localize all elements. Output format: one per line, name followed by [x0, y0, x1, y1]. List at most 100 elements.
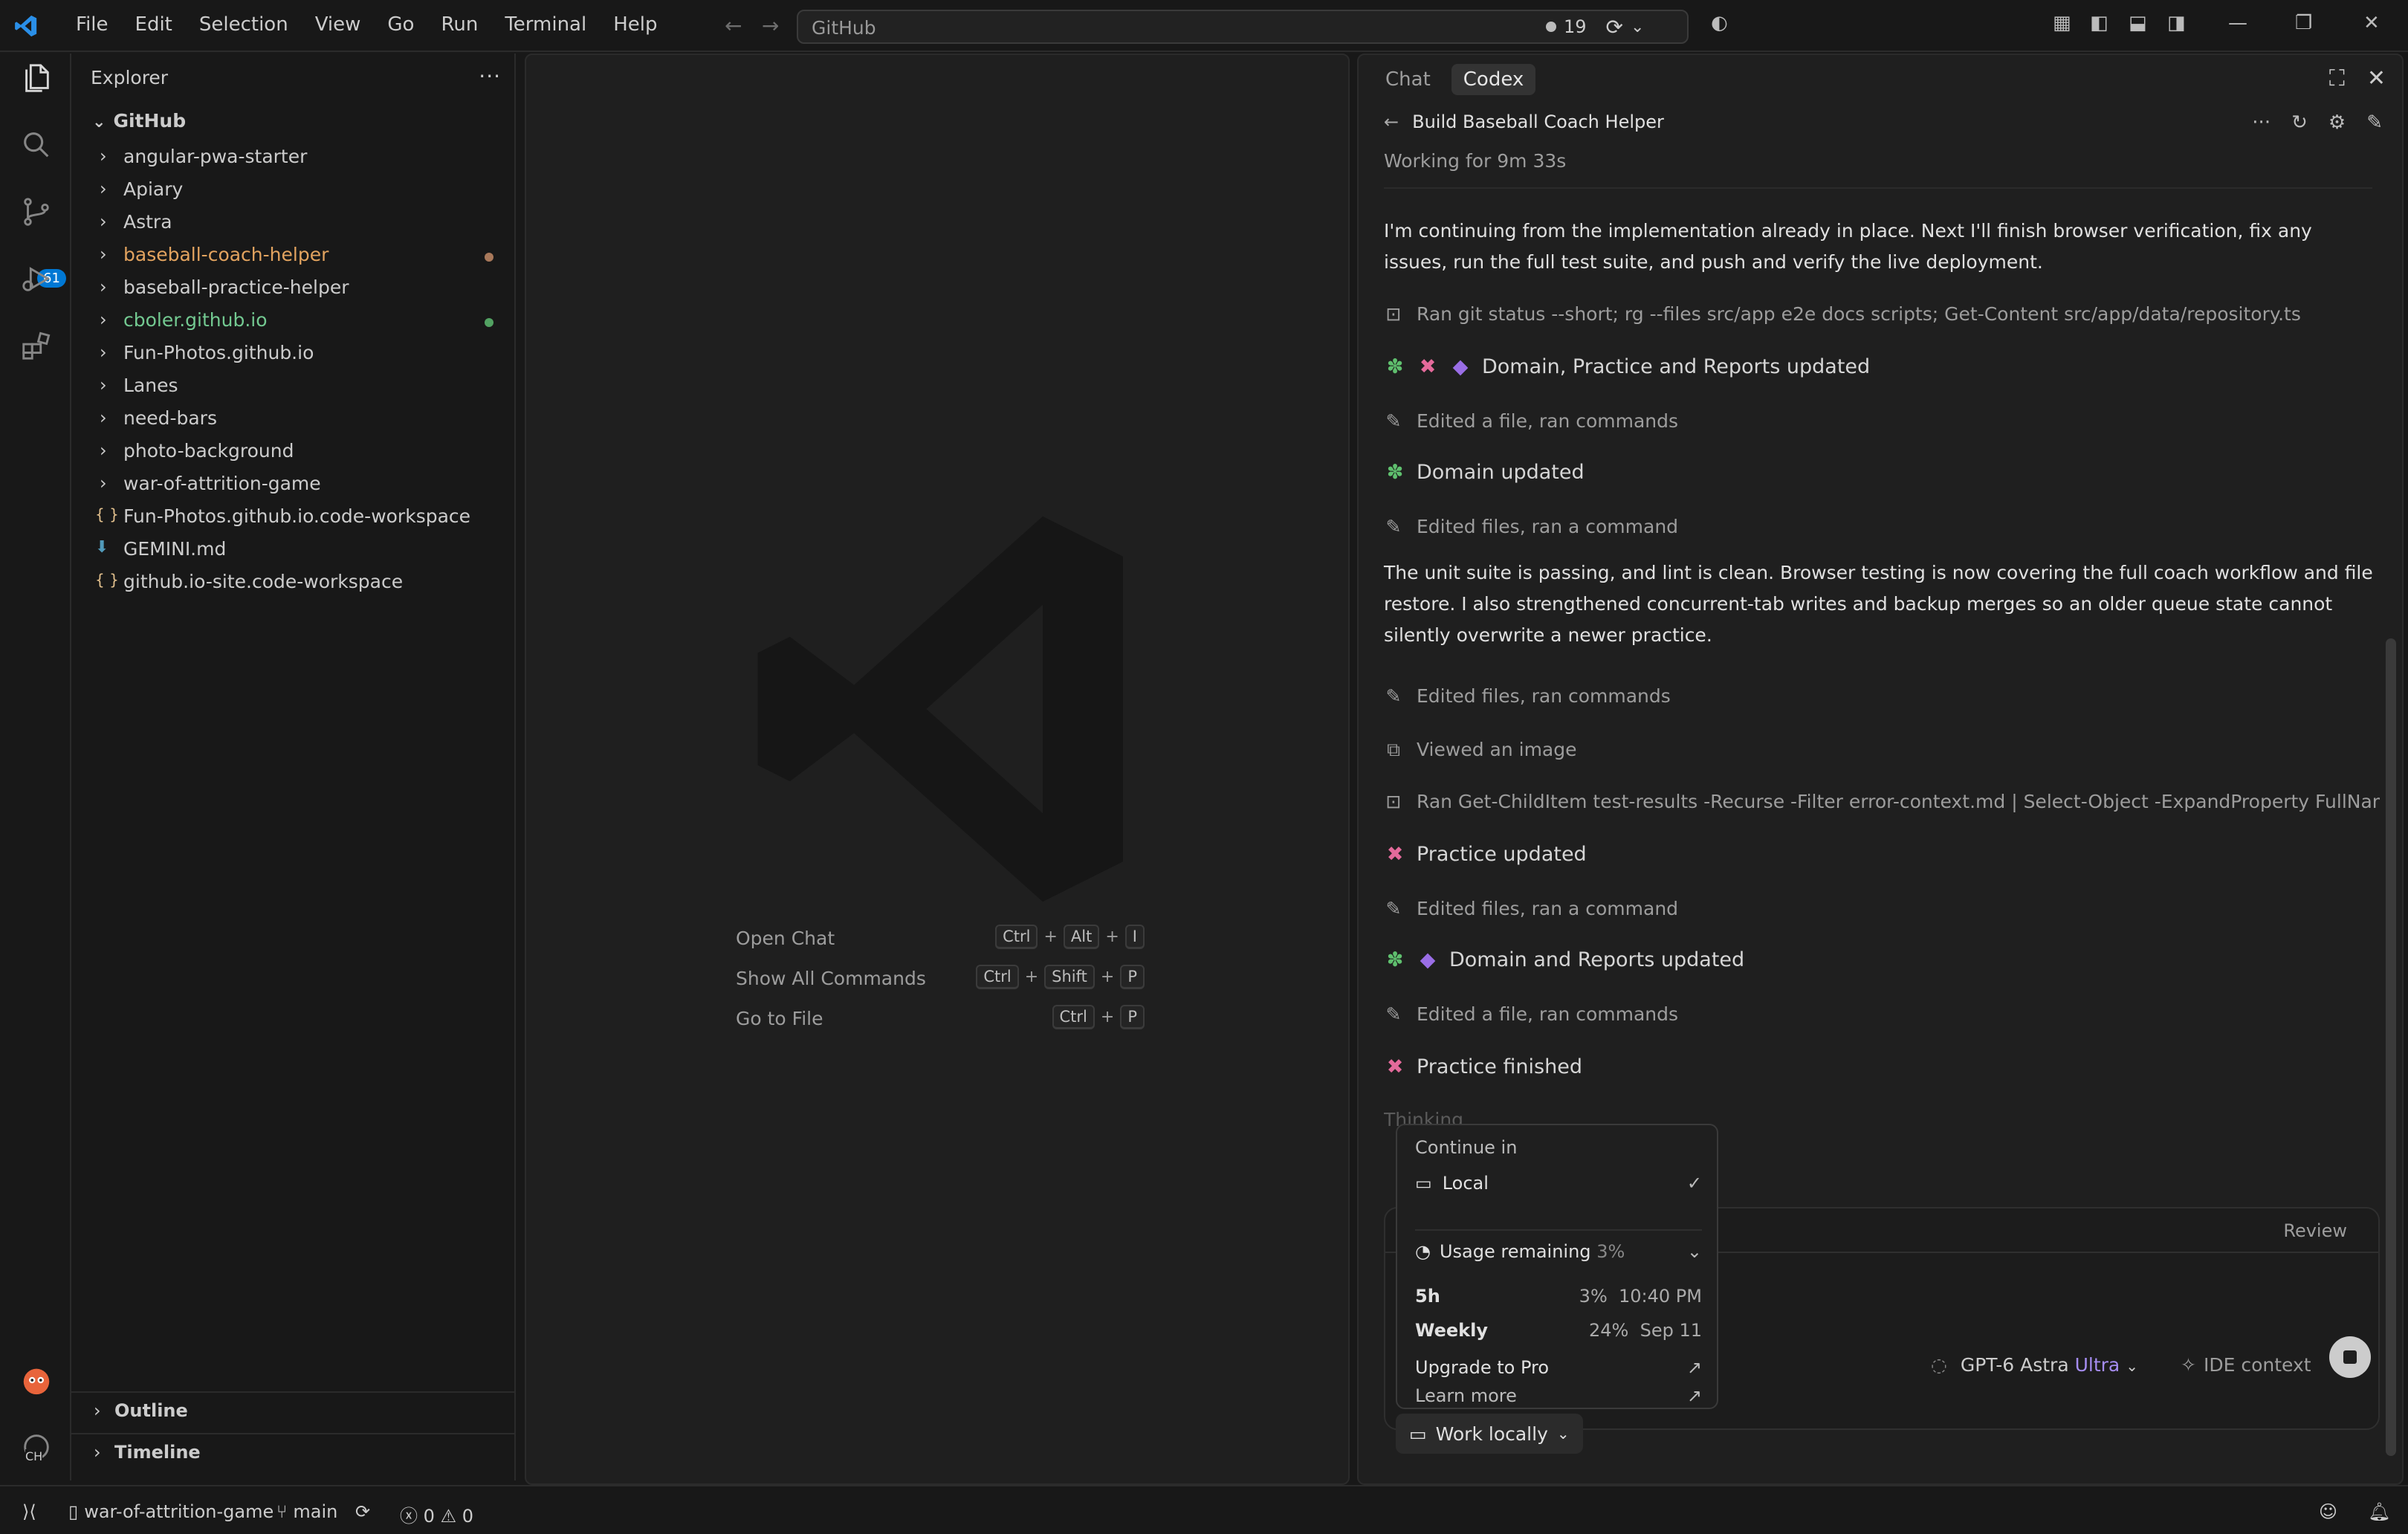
- explorer-icon[interactable]: [19, 61, 54, 95]
- upgrade-link[interactable]: Upgrade to Pro ↗: [1415, 1357, 1702, 1378]
- tree-item[interactable]: › Fun-Photos.github.io: [71, 337, 516, 370]
- account-icon[interactable]: CH: [19, 1430, 54, 1464]
- extensions-icon[interactable]: [19, 329, 54, 363]
- maximize-icon[interactable]: ⛶: [2329, 65, 2345, 91]
- usage-row[interactable]: ◔ Usage remaining 3% ⌄: [1415, 1229, 1702, 1262]
- toggle-secondary-sidebar-icon[interactable]: ◨: [2167, 12, 2186, 34]
- timeline-section[interactable]: › Timeline: [71, 1433, 516, 1470]
- model-selector[interactable]: ◌ GPT-6 Astra Ultra ⌄: [1931, 1354, 2138, 1376]
- toggle-panel-icon[interactable]: ⬓: [2129, 12, 2147, 34]
- chevron-down-icon: ⌄: [2126, 1357, 2138, 1375]
- stop-button[interactable]: [2329, 1336, 2371, 1378]
- forward-arrow-icon[interactable]: →: [762, 13, 779, 38]
- chat-sync-icon[interactable]: ⟳: [1606, 15, 1623, 39]
- command-center-label: GitHub: [812, 17, 876, 39]
- domain-emoji-icon: ✽: [1386, 355, 1404, 378]
- settings-gear-icon[interactable]: ⚙: [2328, 111, 2346, 134]
- usage-5h-percent: 3%: [1579, 1286, 1608, 1307]
- shortcut-keys: Ctrl + P: [1052, 1005, 1145, 1029]
- warning-count: 0: [462, 1506, 473, 1527]
- close-panel-icon[interactable]: ✕: [2367, 65, 2386, 91]
- tree-item[interactable]: › cboler.github.io: [71, 305, 516, 337]
- copilot-status-icon[interactable]: ☺: [2319, 1501, 2337, 1522]
- learn-more-link[interactable]: Learn more ↗: [1415, 1385, 1702, 1408]
- notifications-bell-icon[interactable]: 🔔︎: [2368, 1501, 2390, 1522]
- more-actions-icon[interactable]: ···: [479, 64, 501, 88]
- practice-emoji-icon: ✖: [1419, 355, 1437, 378]
- tree-item[interactable]: › baseball-coach-helper: [71, 239, 516, 272]
- tree-item[interactable]: ⬇ GEMINI.md: [71, 534, 516, 566]
- tab-chat[interactable]: Chat: [1373, 64, 1443, 95]
- customize-layout-icon[interactable]: ▦: [2053, 12, 2071, 34]
- tree-item[interactable]: › baseball-practice-helper: [71, 272, 516, 305]
- branch-status[interactable]: ⑂ main: [276, 1501, 337, 1522]
- close-window-icon[interactable]: ✕: [2363, 12, 2380, 34]
- work-locally-button[interactable]: ▭ Work locally ⌄: [1396, 1414, 1583, 1454]
- tree-item[interactable]: { } Fun-Photos.github.io.code-workspace: [71, 501, 516, 534]
- menu-edit[interactable]: Edit: [122, 13, 186, 36]
- refresh-icon[interactable]: ↻: [2291, 111, 2308, 134]
- activity-item[interactable]: ✎ Edited files, ran commands: [1384, 685, 2380, 707]
- vscode-logo-icon[interactable]: [13, 13, 39, 39]
- owl-extension-icon[interactable]: [19, 1363, 54, 1397]
- menu-selection[interactable]: Selection: [186, 13, 302, 36]
- tree-item[interactable]: { } github.io-site.code-workspace: [71, 566, 516, 599]
- new-thread-icon[interactable]: ✎: [2366, 111, 2383, 134]
- run-debug-icon[interactable]: [19, 262, 54, 296]
- minimize-icon[interactable]: —: [2228, 12, 2247, 34]
- tree-item[interactable]: › war-of-attrition-game: [71, 468, 516, 501]
- back-arrow-icon[interactable]: ←: [1384, 111, 1399, 132]
- activity-item[interactable]: ✎ Edited files, ran a command: [1384, 898, 2380, 919]
- laptop-icon: ▭: [1409, 1423, 1427, 1445]
- activity-item[interactable]: ✎ Edited a file, ran commands: [1384, 1003, 2380, 1025]
- tree-item[interactable]: › Astra: [71, 207, 516, 239]
- menu-view[interactable]: View: [302, 13, 375, 36]
- chevron-down-icon[interactable]: ⌄: [1631, 18, 1644, 36]
- sync-icon[interactable]: ⟳: [355, 1501, 370, 1522]
- activity-item[interactable]: ✎ Edited a file, ran commands: [1384, 410, 2380, 432]
- menu-help[interactable]: Help: [600, 13, 670, 36]
- menu-terminal[interactable]: Terminal: [491, 13, 600, 36]
- chevron-right-icon: ›: [94, 1442, 101, 1463]
- scrollbar[interactable]: [2386, 638, 2396, 1456]
- remote-icon[interactable]: ⟩⟨: [22, 1501, 36, 1522]
- activity-item[interactable]: ✎ Edited files, ran a command: [1384, 516, 2380, 537]
- problems-status[interactable]: ⓧ 0 ⚠ 0: [400, 1501, 473, 1527]
- copilot-icon[interactable]: ◐: [1711, 12, 1728, 34]
- local-option[interactable]: ▭ Local ✓: [1415, 1173, 1702, 1194]
- workspace-status[interactable]: ▯ war-of-attrition-game: [68, 1501, 274, 1522]
- tab-codex[interactable]: Codex: [1451, 64, 1536, 95]
- error-count: 0: [423, 1506, 435, 1527]
- activity-item[interactable]: ⊡ Ran git status --short; rg --files src/…: [1384, 303, 2380, 325]
- restore-icon[interactable]: ❐: [2295, 12, 2312, 34]
- more-icon[interactable]: ···: [2252, 111, 2271, 134]
- update-item: ✖ Practice updated: [1384, 843, 1587, 866]
- plus-separator: +: [1024, 968, 1039, 986]
- notification-pill[interactable]: 19 ⟳ ⌄: [1546, 10, 1644, 43]
- pencil-icon: ✎: [1385, 1003, 1402, 1025]
- workspace-root[interactable]: ⌄ GitHub: [92, 110, 186, 132]
- activity-item[interactable]: ⊡ Ran Get-ChildItem test-results -Recurse…: [1384, 791, 2380, 812]
- tree-item[interactable]: › Lanes: [71, 370, 516, 403]
- menu-file[interactable]: File: [62, 13, 122, 36]
- tree-item[interactable]: › photo-background: [71, 436, 516, 468]
- tree-item[interactable]: › need-bars: [71, 403, 516, 436]
- tree-item-label: Fun-Photos.github.io.code-workspace: [123, 505, 471, 527]
- tree-item-label: GEMINI.md: [123, 538, 227, 560]
- tree-item[interactable]: › angular-pwa-starter: [71, 141, 516, 174]
- tree-item[interactable]: › Apiary: [71, 174, 516, 207]
- modified-dot-icon: [485, 253, 493, 262]
- menu-go[interactable]: Go: [374, 13, 427, 36]
- activity-item[interactable]: ⧉ Viewed an image: [1384, 739, 2380, 761]
- menu-run[interactable]: Run: [427, 13, 491, 36]
- search-icon[interactable]: [19, 128, 54, 162]
- source-control-icon[interactable]: [19, 195, 54, 229]
- outline-section[interactable]: › Outline: [71, 1391, 516, 1428]
- ide-context-toggle[interactable]: ✧ IDE context: [2181, 1354, 2311, 1376]
- review-button[interactable]: Review: [2283, 1220, 2347, 1241]
- back-arrow-icon[interactable]: ←: [725, 13, 742, 38]
- toggle-sidebar-icon[interactable]: ◧: [2090, 12, 2108, 34]
- update-text: Practice finished: [1417, 1055, 1582, 1078]
- shortcut-label: Show All Commands: [736, 968, 926, 989]
- pencil-icon: ✎: [1385, 685, 1402, 707]
